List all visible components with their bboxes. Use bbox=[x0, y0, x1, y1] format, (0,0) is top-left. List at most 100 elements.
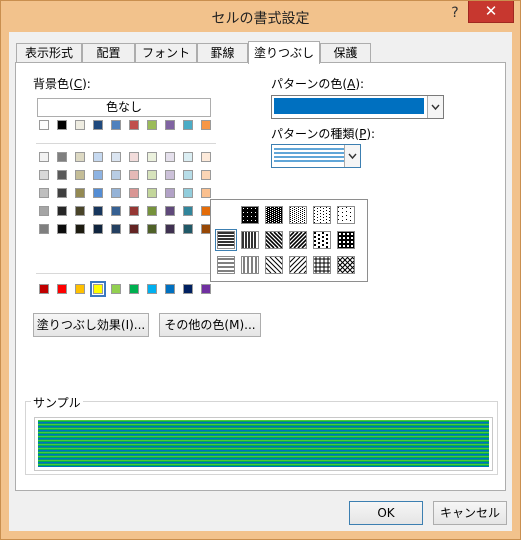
color-swatch[interactable] bbox=[129, 188, 139, 198]
color-swatch[interactable] bbox=[75, 120, 85, 130]
color-swatch[interactable] bbox=[129, 152, 139, 162]
fill-effects-button[interactable]: 塗りつぶし効果(I)... bbox=[33, 313, 149, 337]
tab-number-format[interactable]: 表示形式 bbox=[16, 43, 82, 63]
close-button[interactable]: ✕ bbox=[468, 1, 514, 23]
color-swatch[interactable] bbox=[75, 152, 85, 162]
tab-fill[interactable]: 塗りつぶし bbox=[248, 41, 320, 64]
color-swatch[interactable] bbox=[165, 206, 175, 216]
color-swatch[interactable] bbox=[39, 224, 49, 234]
standard-color-swatch[interactable] bbox=[57, 284, 67, 294]
color-swatch[interactable] bbox=[39, 170, 49, 180]
color-swatch[interactable] bbox=[147, 152, 157, 162]
standard-color-swatch[interactable] bbox=[201, 284, 211, 294]
pattern-option[interactable] bbox=[313, 256, 331, 274]
color-swatch[interactable] bbox=[75, 224, 85, 234]
pattern-option[interactable] bbox=[215, 229, 237, 251]
standard-color-swatch[interactable] bbox=[39, 284, 49, 294]
pattern-style-dropdown[interactable] bbox=[271, 144, 361, 168]
color-swatch[interactable] bbox=[147, 206, 157, 216]
pattern-color-dropdown[interactable] bbox=[271, 95, 444, 119]
color-swatch[interactable] bbox=[57, 120, 67, 130]
standard-color-swatch[interactable] bbox=[129, 284, 139, 294]
color-swatch[interactable] bbox=[129, 170, 139, 180]
pattern-option[interactable] bbox=[337, 206, 355, 224]
pattern-option[interactable] bbox=[273, 231, 335, 249]
color-swatch[interactable] bbox=[93, 120, 103, 130]
color-swatch[interactable] bbox=[39, 152, 49, 162]
color-swatch[interactable] bbox=[183, 170, 193, 180]
color-swatch[interactable] bbox=[111, 170, 121, 180]
color-swatch[interactable] bbox=[93, 224, 103, 234]
color-swatch[interactable] bbox=[111, 206, 121, 216]
color-swatch[interactable] bbox=[147, 170, 157, 180]
pattern-option[interactable] bbox=[265, 206, 283, 224]
color-swatch[interactable] bbox=[165, 170, 175, 180]
no-color-button[interactable]: 色なし bbox=[37, 98, 211, 117]
color-swatch[interactable] bbox=[147, 188, 157, 198]
color-swatch[interactable] bbox=[183, 188, 193, 198]
ok-button[interactable]: OK bbox=[349, 501, 423, 525]
color-swatch[interactable] bbox=[39, 206, 49, 216]
pattern-option[interactable] bbox=[241, 256, 259, 274]
color-swatch[interactable] bbox=[111, 120, 121, 130]
chevron-down-icon[interactable] bbox=[344, 145, 360, 167]
standard-color-swatch[interactable] bbox=[111, 284, 121, 294]
color-swatch[interactable] bbox=[129, 206, 139, 216]
color-swatch[interactable] bbox=[129, 224, 139, 234]
more-colors-button[interactable]: その他の色(M)... bbox=[159, 313, 261, 337]
pattern-option[interactable] bbox=[321, 256, 384, 274]
color-swatch[interactable] bbox=[111, 188, 121, 198]
pattern-option[interactable] bbox=[241, 231, 259, 249]
color-swatch[interactable] bbox=[39, 120, 49, 130]
color-swatch[interactable] bbox=[57, 152, 67, 162]
color-swatch[interactable] bbox=[129, 120, 139, 130]
pattern-option[interactable] bbox=[249, 231, 311, 249]
standard-color-swatch[interactable] bbox=[165, 284, 175, 294]
standard-color-swatch[interactable] bbox=[147, 284, 157, 294]
color-swatch[interactable] bbox=[165, 224, 175, 234]
color-swatch[interactable] bbox=[57, 206, 67, 216]
color-swatch[interactable] bbox=[111, 152, 121, 162]
pattern-option[interactable] bbox=[337, 231, 355, 249]
color-swatch[interactable] bbox=[75, 188, 85, 198]
color-swatch[interactable] bbox=[147, 120, 157, 130]
tab-alignment[interactable]: 配置 bbox=[82, 43, 135, 63]
tab-border[interactable]: 罫線 bbox=[197, 43, 248, 63]
color-swatch[interactable] bbox=[93, 152, 103, 162]
help-button[interactable]: ? bbox=[442, 3, 468, 23]
color-swatch[interactable] bbox=[165, 188, 175, 198]
color-swatch[interactable] bbox=[183, 120, 193, 130]
color-swatch[interactable] bbox=[165, 152, 175, 162]
pattern-option[interactable] bbox=[289, 206, 307, 224]
color-swatch[interactable] bbox=[201, 188, 211, 198]
color-swatch[interactable] bbox=[111, 224, 121, 234]
chevron-down-icon[interactable] bbox=[427, 96, 443, 118]
color-swatch[interactable] bbox=[75, 170, 85, 180]
color-swatch[interactable] bbox=[57, 188, 67, 198]
color-swatch[interactable] bbox=[201, 170, 211, 180]
color-swatch[interactable] bbox=[165, 120, 175, 130]
standard-color-swatch[interactable] bbox=[75, 284, 85, 294]
standard-color-swatch[interactable] bbox=[183, 284, 193, 294]
color-swatch[interactable] bbox=[93, 206, 103, 216]
pattern-option[interactable] bbox=[313, 231, 331, 249]
color-swatch[interactable] bbox=[57, 170, 67, 180]
color-swatch[interactable] bbox=[147, 224, 157, 234]
color-swatch[interactable] bbox=[93, 188, 103, 198]
color-swatch[interactable] bbox=[183, 206, 193, 216]
color-swatch[interactable] bbox=[75, 206, 85, 216]
tab-font[interactable]: フォント bbox=[135, 43, 197, 63]
pattern-option[interactable] bbox=[241, 206, 259, 224]
color-swatch[interactable] bbox=[39, 188, 49, 198]
tab-protection[interactable]: 保護 bbox=[320, 43, 371, 63]
color-swatch[interactable] bbox=[201, 120, 211, 130]
color-swatch[interactable] bbox=[183, 224, 193, 234]
pattern-option[interactable] bbox=[273, 256, 336, 274]
standard-color-swatch[interactable] bbox=[90, 281, 106, 297]
pattern-option[interactable] bbox=[217, 256, 235, 274]
pattern-option[interactable] bbox=[249, 256, 312, 274]
color-swatch[interactable] bbox=[183, 152, 193, 162]
color-swatch[interactable] bbox=[57, 224, 67, 234]
pattern-option[interactable] bbox=[313, 206, 331, 224]
cancel-button[interactable]: キャンセル bbox=[433, 501, 507, 525]
